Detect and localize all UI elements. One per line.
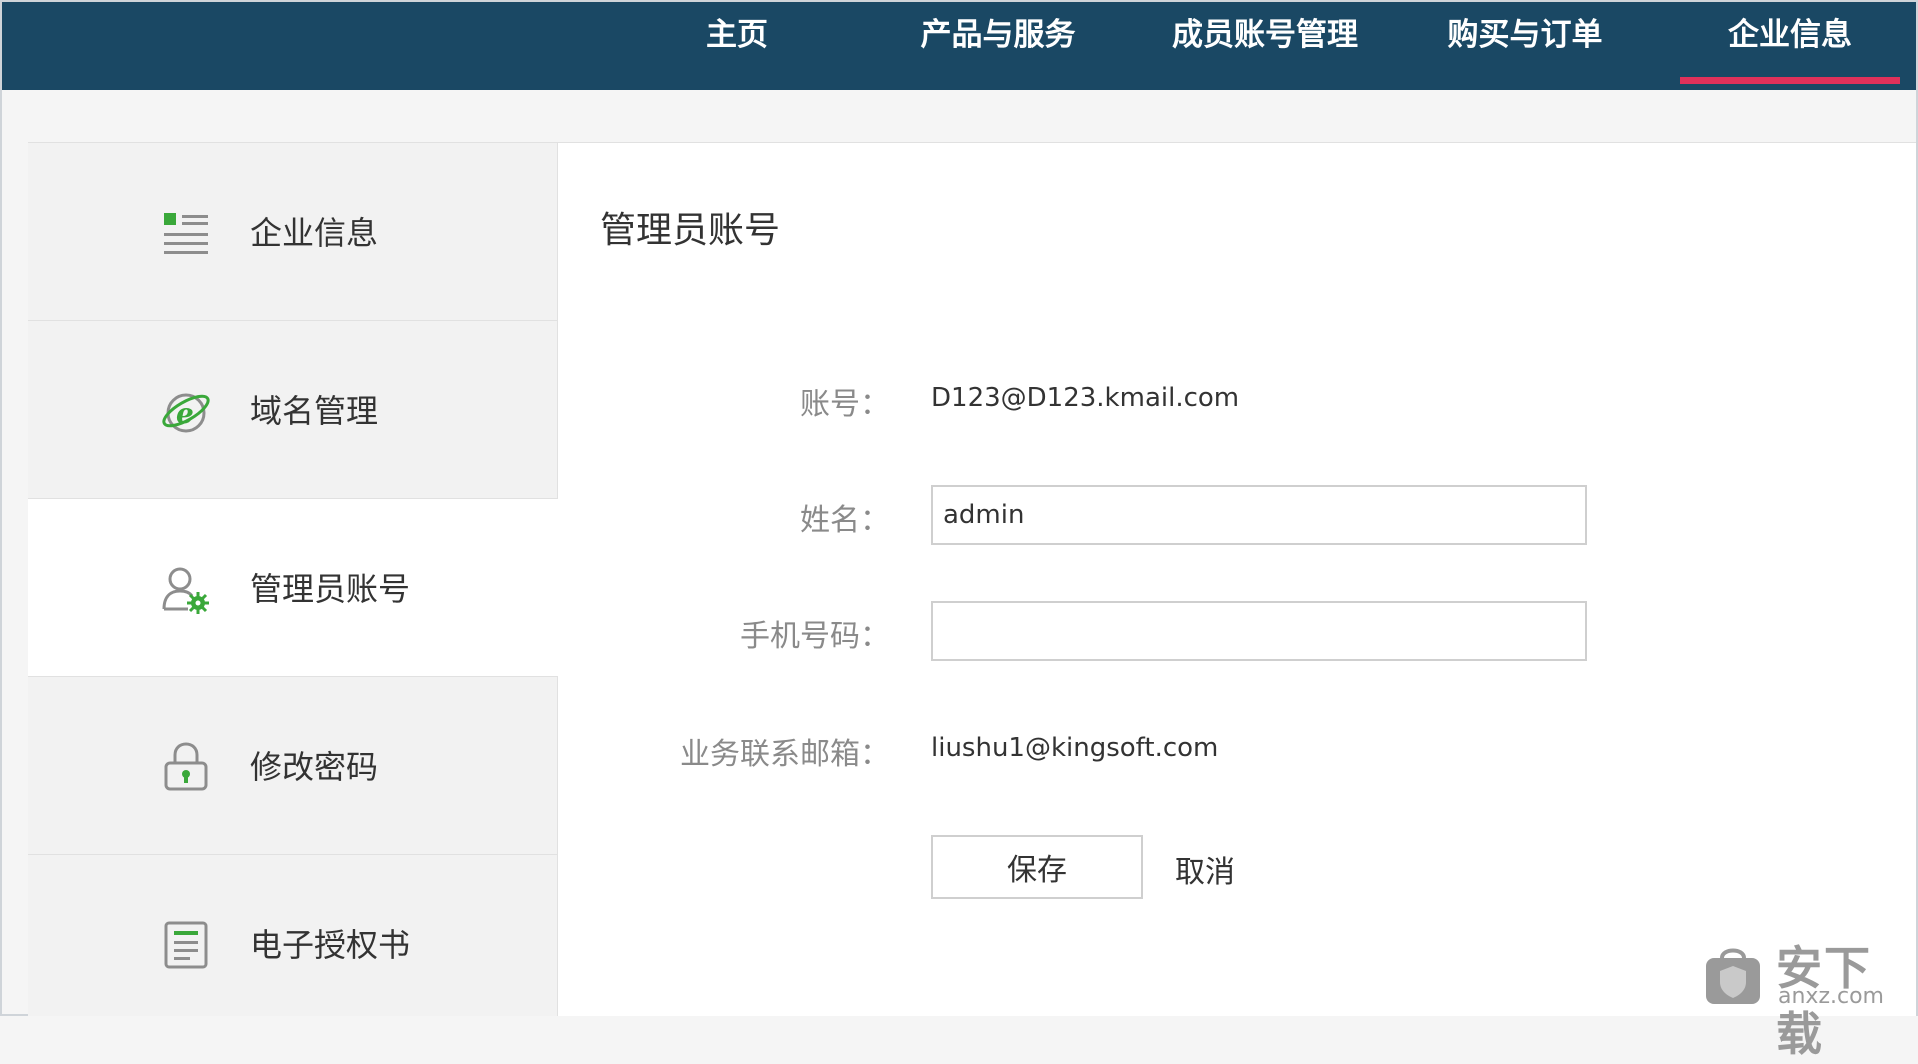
phone-input[interactable]: [931, 601, 1587, 661]
name-label: 姓名：: [800, 503, 890, 538]
lock-icon: [164, 742, 208, 791]
nav-item-products-services[interactable]: 产品与服务: [908, 2, 1088, 90]
name-input[interactable]: [931, 485, 1587, 545]
nav-item-home[interactable]: 主页: [682, 2, 792, 90]
nav-item-purchase-orders[interactable]: 购买与订单: [1442, 2, 1608, 90]
save-button[interactable]: 保存: [931, 835, 1143, 899]
user-gear-icon: [162, 567, 209, 614]
page-title: 管理员账号: [600, 210, 781, 251]
sidebar-item-label: 修改密码: [250, 748, 379, 786]
sidebar-item-label: 管理员账号: [250, 570, 411, 608]
shield-bag-icon: [1706, 948, 1760, 1004]
list-icon: [164, 213, 208, 254]
business-email-label: 业务联系邮箱：: [680, 737, 890, 772]
sidebar-item-admin-account[interactable]: 管理员账号: [28, 498, 558, 676]
account-value: D123@D123.kmail.com: [931, 383, 1240, 413]
phone-label: 手机号码：: [740, 619, 890, 654]
svg-text:e: e: [176, 397, 194, 430]
watermark-url: anxz.com: [1778, 984, 1884, 1009]
sidebar-item-domain-management[interactable]: e 域名管理: [28, 320, 558, 498]
sidebar: 企业信息 e 域名管理 管理员账号 修改密码 电子授权书: [28, 142, 558, 1016]
watermark: 安下载 anxz.com: [1700, 930, 1916, 1061]
top-nav-bar: 主页 产品与服务 成员账号管理 购买与订单 企业信息: [2, 2, 1916, 90]
document-icon: [164, 921, 208, 969]
sidebar-item-label: 电子授权书: [250, 926, 411, 964]
nav-item-company-info[interactable]: 企业信息: [1680, 2, 1900, 90]
ie-globe-icon: e: [162, 393, 210, 433]
account-label: 账号：: [800, 387, 890, 422]
main-panel: 管理员账号 账号： D123@D123.kmail.com 姓名： 手机号码： …: [558, 142, 1916, 1016]
nav-item-member-accounts[interactable]: 成员账号管理: [1160, 2, 1370, 90]
sidebar-item-label: 域名管理: [250, 392, 379, 430]
business-email-value: liushu1@kingsoft.com: [931, 733, 1219, 763]
sidebar-item-label: 企业信息: [250, 214, 379, 252]
sidebar-item-company-info[interactable]: 企业信息: [28, 142, 558, 320]
sidebar-item-e-authorization[interactable]: 电子授权书: [28, 854, 558, 1016]
cancel-link[interactable]: 取消: [1175, 847, 1235, 891]
sidebar-item-change-password[interactable]: 修改密码: [28, 676, 558, 854]
